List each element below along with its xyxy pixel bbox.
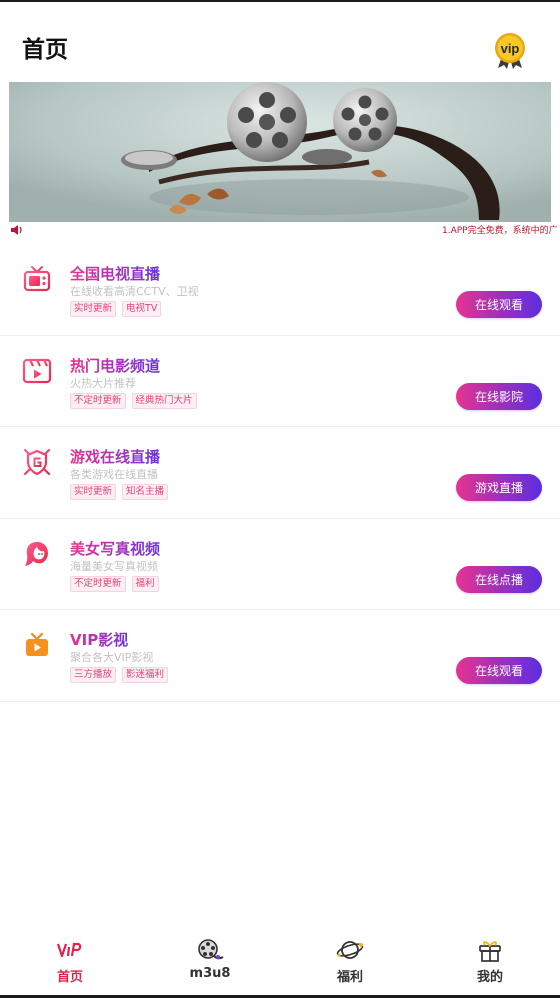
page-title: 首页	[22, 37, 68, 63]
vip-logo-icon	[56, 942, 82, 958]
item-title: 游戏在线直播	[70, 448, 161, 466]
item-title: VIP影视	[70, 631, 129, 649]
item-subtitle: 在线收看高清CCTV、卫视	[70, 285, 199, 298]
tab-label: 福利	[336, 970, 363, 985]
speaker-icon	[11, 225, 22, 235]
tag: 实时更新	[70, 484, 117, 500]
gift-icon	[479, 941, 501, 962]
item-tags: 三方播放 影迷福利	[70, 667, 169, 683]
item-subtitle: 火热大片推荐	[70, 376, 136, 390]
game-live-button[interactable]: 游戏直播	[456, 474, 542, 501]
tab-mine[interactable]: 我的	[450, 930, 530, 994]
woman-icon	[25, 541, 48, 566]
banner-image[interactable]	[9, 82, 551, 222]
list-item-movie-channel[interactable]: 热门电影频道 火热大片推荐 不定时更新 经典热门大片 在线影院	[0, 336, 560, 427]
list-item-game-live[interactable]: 游戏在线直播 各类游戏在线直播 实时更新 知名主播 游戏直播	[0, 427, 560, 519]
tab-welfare[interactable]: 福利	[310, 930, 390, 994]
item-tags: 实时更新 知名主播	[70, 484, 169, 500]
item-title: 热门电影频道	[70, 356, 161, 375]
notice-ticker[interactable]: 1.APP完全免费，系统中的广	[0, 222, 560, 238]
planet-icon	[336, 941, 364, 959]
list-item-beauty-video[interactable]: 美女写真视频 海量美女写真视频 不定时更新 福利 在线点播	[0, 519, 560, 610]
item-tags: 不定时更新 经典热门大片	[70, 392, 197, 409]
film-reel-icon	[198, 939, 224, 960]
ticker-text: 1.APP完全免费，系统中的广	[442, 226, 558, 236]
vip-badge-icon[interactable]: vip	[493, 32, 527, 70]
tab-m3u8[interactable]: m3u8	[170, 930, 250, 994]
tag: 影迷福利	[122, 667, 169, 683]
movie-icon	[22, 358, 52, 383]
tag: 经典热门大片	[131, 392, 197, 409]
tab-label: m3u8	[189, 966, 231, 981]
svg-text:vip: vip	[501, 41, 520, 56]
item-title: 美女写真视频	[70, 539, 161, 558]
home-screen: 首页 vip 1.APP完全免费，系统中的广 全国电视直播 在线收看高清CCTV…	[0, 0, 560, 998]
on-demand-button[interactable]: 在线点播	[456, 565, 542, 593]
play-tv-icon	[26, 632, 48, 656]
item-subtitle: 各类游戏在线直播	[70, 468, 158, 481]
game-shield-icon	[23, 448, 51, 476]
tag: 福利	[131, 575, 159, 592]
item-title: 全国电视直播	[70, 265, 161, 283]
list-item-tv-live[interactable]: 全国电视直播 在线收看高清CCTV、卫视 实时更新 电视TV 在线观看	[0, 244, 560, 336]
item-tags: 实时更新 电视TV	[70, 301, 162, 317]
tab-label: 首页	[56, 970, 83, 985]
tv-icon	[23, 266, 51, 292]
item-subtitle: 聚合各大VIP影视	[70, 651, 154, 664]
tag: 电视TV	[122, 301, 162, 317]
item-tags: 不定时更新 福利	[70, 575, 159, 592]
tag: 不定时更新	[70, 392, 126, 409]
tag: 不定时更新	[70, 575, 126, 592]
tab-label: 我的	[476, 970, 503, 985]
list-item-vip-movies[interactable]: VIP影视 聚合各大VIP影视 三方播放 影迷福利 在线观看	[0, 610, 560, 702]
item-subtitle: 海量美女写真视频	[70, 559, 158, 573]
channel-list: 全国电视直播 在线收看高清CCTV、卫视 实时更新 电视TV 在线观看 热门电影…	[0, 244, 560, 702]
tag: 实时更新	[70, 301, 117, 317]
tag: 三方播放	[70, 667, 117, 683]
bottom-tab-bar: 首页 m3u8 福利 我的	[0, 930, 560, 994]
online-cinema-button[interactable]: 在线影院	[456, 382, 542, 410]
tab-home[interactable]: 首页	[30, 930, 110, 994]
header: 首页 vip	[0, 2, 560, 82]
watch-online-button[interactable]: 在线观看	[456, 657, 542, 684]
tag: 知名主播	[122, 484, 169, 500]
watch-online-button[interactable]: 在线观看	[456, 291, 542, 318]
